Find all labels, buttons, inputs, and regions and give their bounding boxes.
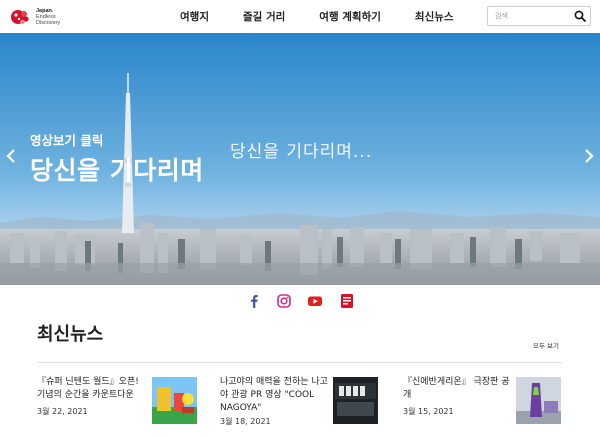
blog-icon[interactable] xyxy=(339,293,355,309)
news-card-title[interactable]: 『신에반게리온』 극장판 공개 xyxy=(403,376,515,402)
carousel-prev-icon[interactable] xyxy=(4,147,18,165)
news-card-date: 3월 22, 2021 xyxy=(37,407,88,416)
main-nav: 여행지 즐길 거리 여행 계획하기 최신뉴스 xyxy=(180,0,488,33)
hero-subtitle[interactable]: 영상보기 클릭 xyxy=(30,130,103,149)
hero-title: 당신을 기다리며 xyxy=(30,156,204,185)
japan-logo[interactable]: Japan. Endless Discovery xyxy=(10,6,60,28)
facebook-icon[interactable] xyxy=(246,293,262,309)
see-all-link[interactable]: 모두 보기 xyxy=(533,340,559,350)
site-header: Japan. Endless Discovery 여행지 즐길 거리 여행 계획… xyxy=(0,0,600,33)
news-card-title[interactable]: 나고야의 매력을 전하는 나고야 관광 PR 영상 "COOL NAGOYA" xyxy=(220,376,332,415)
logo-text: Japan. Endless Discovery xyxy=(36,8,60,26)
youtube-icon[interactable] xyxy=(307,293,323,309)
news-card-date: 3월 15, 2021 xyxy=(403,407,454,416)
news-card-2[interactable]: 나고야의 매력을 전하는 나고야 관광 PR 영상 "COOL NAGOYA" … xyxy=(220,372,380,437)
nav-item-plan-trip[interactable]: 여행 계획하기 xyxy=(319,9,381,24)
search-input[interactable] xyxy=(488,7,570,25)
news-heading: 최신뉴스 xyxy=(37,324,104,345)
hero-banner[interactable]: 영상보기 클릭 당신을 기다리며 당신을 기다리며... xyxy=(0,33,600,285)
nav-item-things-to-do[interactable]: 즐길 거리 xyxy=(243,9,285,24)
news-card-title[interactable]: 『슈퍼 닌텐도 월드』오픈! 기념의 순간을 카운트다운 xyxy=(37,376,149,402)
news-thumbnail-image[interactable] xyxy=(152,377,197,424)
news-thumbnail-image[interactable] xyxy=(516,377,561,424)
search-icon[interactable] xyxy=(574,10,586,22)
news-thumbnail-image[interactable] xyxy=(333,377,378,424)
instagram-icon[interactable] xyxy=(276,293,292,309)
carousel-next-icon[interactable] xyxy=(582,147,596,165)
search-box xyxy=(487,6,591,26)
news-divider xyxy=(37,362,562,363)
nav-item-news[interactable]: 최신뉴스 xyxy=(415,9,454,24)
nav-item-destinations[interactable]: 여행지 xyxy=(180,9,209,24)
news-card-date: 3월 18, 2021 xyxy=(220,417,271,426)
social-links xyxy=(0,289,600,315)
logo-line-3: Discovery xyxy=(36,20,61,26)
hero-script-text: 당신을 기다리며... xyxy=(230,142,373,162)
blossom-logo-icon xyxy=(11,10,29,25)
news-card-3[interactable]: 『신에반게리온』 극장판 공개 3월 15, 2021 xyxy=(403,372,563,437)
news-card-1[interactable]: 『슈퍼 닌텐도 월드』오픈! 기념의 순간을 카운트다운 3월 22, 2021 xyxy=(37,372,197,437)
